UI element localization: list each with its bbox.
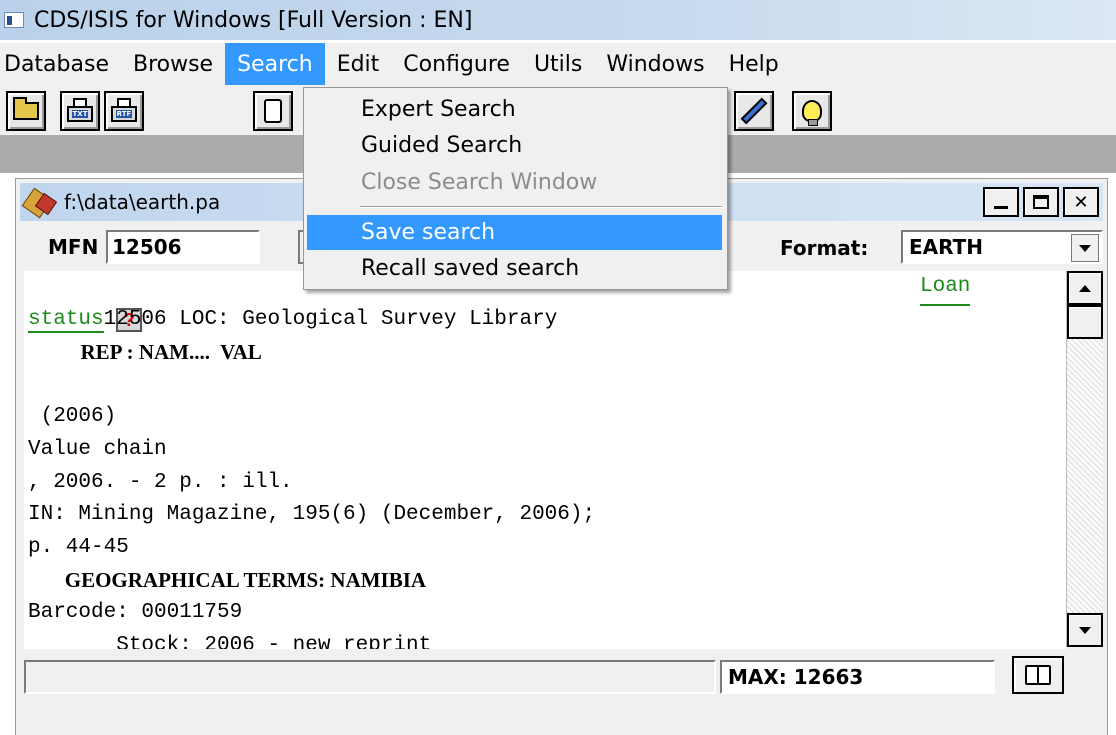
print-rtf-button[interactable]: RTF: [104, 91, 144, 131]
loan-status-link[interactable]: Loan: [920, 271, 971, 306]
menu-item-expert-search[interactable]: Expert Search: [307, 92, 722, 127]
record-scrollbar[interactable]: [1066, 271, 1103, 647]
status-field: [24, 660, 716, 694]
arrow-up-icon: [1079, 284, 1091, 292]
minimize-button[interactable]: [983, 187, 1019, 217]
mfn-input[interactable]: 12506: [106, 230, 260, 264]
app-icon: [4, 12, 24, 28]
browse-records-button[interactable]: [1012, 656, 1064, 694]
menu-bar: Database Browse Search Edit Configure Ut…: [0, 43, 1116, 85]
menu-configure[interactable]: Configure: [391, 43, 522, 85]
record-stock: Stock: 2006 - new reprint: [28, 633, 432, 649]
status-row: MAX: 12663: [20, 654, 1103, 696]
mfn-label: MFN: [48, 235, 99, 259]
record-barcode: Barcode: 00011759: [28, 600, 243, 624]
lightbulb-icon: [802, 100, 822, 126]
record-source: IN: Mining Magazine, 195(6) (December, 2…: [28, 503, 596, 527]
scroll-up-button[interactable]: [1067, 271, 1103, 305]
menu-browse[interactable]: Browse: [121, 43, 225, 85]
print-txt-icon: TXT: [67, 98, 93, 124]
maximize-button[interactable]: [1023, 187, 1059, 217]
pencil-icon: [740, 97, 768, 125]
record-page-range: p. 44-45: [28, 535, 129, 559]
print-txt-button[interactable]: TXT: [60, 91, 100, 131]
record-rep-line: REP : NAM.... VAL: [28, 340, 262, 365]
database-window-title: f:\data\earth.pa: [64, 190, 221, 214]
app-title: CDS/ISIS for Windows [Full Version : EN]: [34, 7, 473, 33]
maximize-icon: [1033, 195, 1049, 209]
record-year: (2006): [28, 405, 117, 429]
chevron-down-icon[interactable]: [1071, 234, 1099, 262]
search-menu-dropdown: Expert Search Guided Search Close Search…: [303, 87, 728, 290]
menu-item-save-search[interactable]: Save search: [307, 215, 722, 250]
arrow-down-icon: [1079, 626, 1091, 634]
book-icon: [1025, 665, 1051, 685]
menu-utils[interactable]: Utils: [522, 43, 594, 85]
close-icon: ✕: [1073, 191, 1089, 213]
record-geo-terms: GEOGRAPHICAL TERMS: NAMIBIA: [28, 568, 427, 593]
print-rtf-icon: RTF: [111, 98, 137, 124]
open-folder-icon: [13, 97, 39, 120]
record-blank-line: [28, 369, 1066, 402]
edit-button[interactable]: [734, 91, 774, 131]
menu-edit[interactable]: Edit: [325, 43, 392, 85]
menu-item-recall-saved-search[interactable]: Recall saved search: [307, 251, 722, 286]
menu-separator: [360, 206, 722, 208]
menu-item-guided-search[interactable]: Guided Search: [307, 128, 722, 163]
menu-item-close-search-window: Close Search Window: [361, 170, 598, 195]
menu-help[interactable]: Help: [717, 43, 791, 85]
clipboard-icon: [264, 99, 282, 123]
format-value: EARTH: [909, 235, 984, 259]
scroll-down-button[interactable]: [1067, 613, 1103, 647]
format-select[interactable]: EARTH: [901, 230, 1103, 264]
scrollbar-thumb[interactable]: [1067, 305, 1103, 339]
menu-search[interactable]: Search: [225, 43, 325, 85]
hint-button[interactable]: [792, 91, 832, 131]
record-display: 12506 LOC: Geological Survey Library Loa…: [24, 271, 1066, 649]
max-records-field: MAX: 12663: [720, 660, 995, 694]
clipboard-button[interactable]: [253, 91, 293, 131]
app-title-bar: CDS/ISIS for Windows [Full Version : EN]: [0, 0, 1116, 40]
record-pages: , 2006. - 2 p. : ill.: [28, 470, 293, 494]
record-loc-line: 12506 LOC: Geological Survey Library: [103, 307, 558, 331]
menu-windows[interactable]: Windows: [594, 43, 716, 85]
close-button[interactable]: ✕: [1063, 187, 1099, 217]
database-icon: [24, 190, 58, 214]
format-label: Format:: [780, 236, 869, 260]
minimize-icon: [994, 205, 1008, 209]
record-title: Value chain: [28, 437, 167, 461]
open-database-button[interactable]: [6, 91, 46, 131]
menu-database[interactable]: Database: [0, 43, 121, 85]
